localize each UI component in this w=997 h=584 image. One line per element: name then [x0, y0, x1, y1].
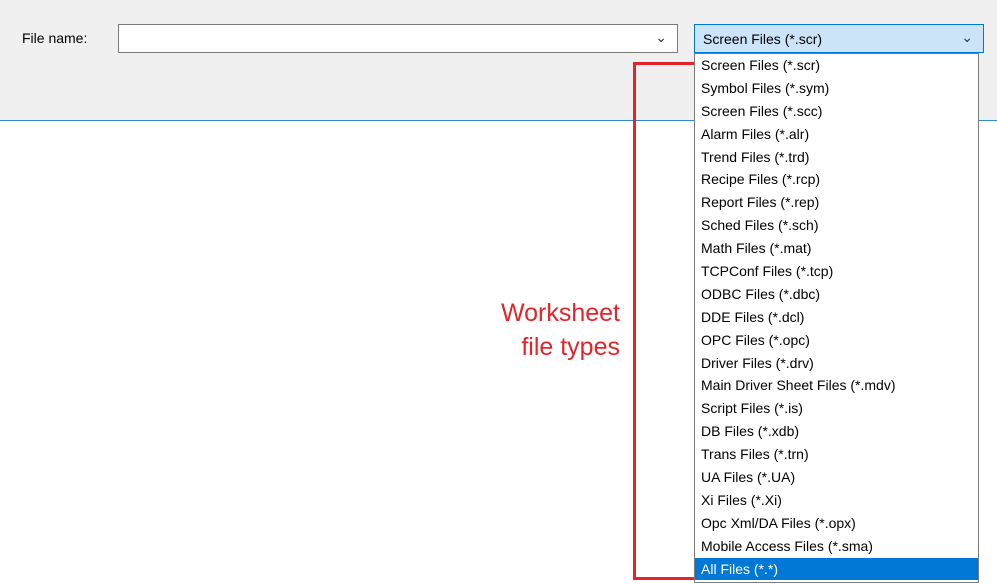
dropdown-item[interactable]: Script Files (*.is) — [695, 397, 978, 420]
dropdown-item[interactable]: Mobile Access Files (*.sma) — [695, 535, 978, 558]
dropdown-item[interactable]: DB Files (*.xdb) — [695, 420, 978, 443]
dropdown-item[interactable]: Opc Xml/DA Files (*.opx) — [695, 512, 978, 535]
dropdown-item[interactable]: Recipe Files (*.rcp) — [695, 168, 978, 191]
dropdown-item[interactable]: Symbol Files (*.sym) — [695, 77, 978, 100]
dropdown-item[interactable]: Trend Files (*.trd) — [695, 146, 978, 169]
dropdown-item[interactable]: UA Files (*.UA) — [695, 466, 978, 489]
dropdown-item[interactable]: Report Files (*.rep) — [695, 191, 978, 214]
annotation-bracket — [633, 62, 694, 580]
dropdown-items: Screen Files (*.scr) Symbol Files (*.sym)… — [695, 54, 978, 581]
chevron-down-icon[interactable]: ⌄ — [655, 29, 667, 46]
dropdown-item[interactable]: Math Files (*.mat) — [695, 237, 978, 260]
dropdown-item[interactable]: DDE Files (*.dcl) — [695, 306, 978, 329]
annotation-line-1: Worksheet — [500, 299, 620, 327]
dropdown-item[interactable]: All Files (*.*) — [695, 557, 978, 581]
chevron-down-icon[interactable]: ⌄ — [961, 29, 973, 46]
dropdown-item[interactable]: Driver Files (*.drv) — [695, 352, 978, 375]
dropdown-item[interactable]: OPC Files (*.opc) — [695, 329, 978, 352]
dropdown-item[interactable]: Xi Files (*.Xi) — [695, 489, 978, 512]
file-type-dropdown-list[interactable]: Screen Files (*.scr) Symbol Files (*.sym)… — [694, 53, 979, 583]
file-type-combobox[interactable]: Screen Files (*.scr) ⌄ — [694, 24, 984, 53]
dropdown-item[interactable]: ODBC Files (*.dbc) — [695, 283, 978, 306]
dropdown-item[interactable]: Screen Files (*.scc) — [695, 100, 978, 123]
file-name-label: File name: — [22, 30, 88, 46]
dropdown-item[interactable]: TCPConf Files (*.tcp) — [695, 260, 978, 283]
dropdown-item[interactable]: Sched Files (*.sch) — [695, 214, 978, 237]
dropdown-item[interactable]: Alarm Files (*.alr) — [695, 123, 978, 146]
dropdown-item[interactable]: Screen Files (*.scr) — [695, 54, 978, 77]
dropdown-item[interactable]: Main Driver Sheet Files (*.mdv) — [695, 374, 978, 397]
file-type-selected[interactable]: Screen Files (*.scr) — [703, 31, 822, 47]
button-edge — [978, 94, 986, 116]
file-name-combobox[interactable]: ⌄ — [118, 24, 678, 53]
dropdown-item[interactable]: Trans Files (*.trn) — [695, 443, 978, 466]
annotation-line-2: file types — [521, 333, 620, 361]
annotation-label: Worksheet file types — [470, 296, 620, 364]
